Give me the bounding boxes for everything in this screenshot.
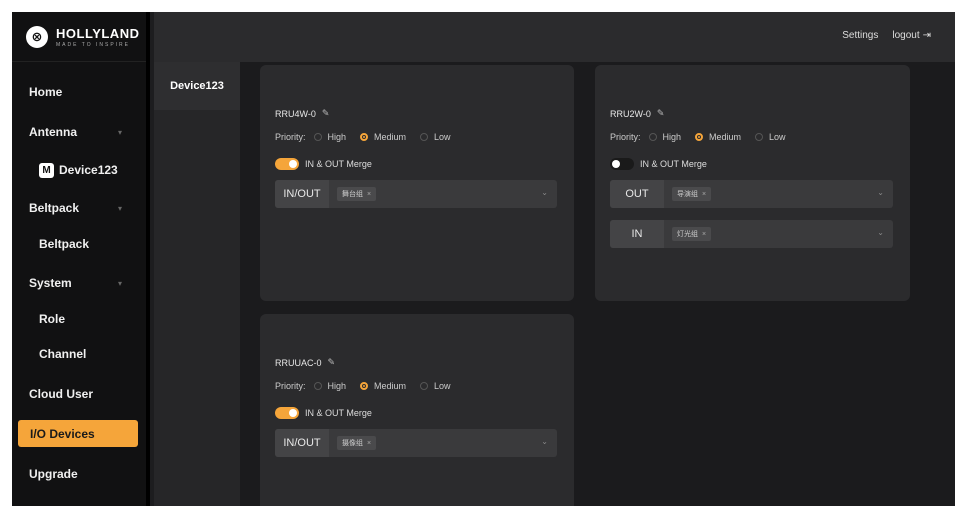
- sidebar: ⊗ HOLLYLAND MADE TO INSPIRE Home Antenna…: [12, 12, 150, 506]
- sidebar-item-label: Antenna: [29, 125, 77, 139]
- priority-label: Priority:: [275, 132, 306, 142]
- sidebar-item-home[interactable]: Home: [12, 75, 146, 109]
- card-title: RRU2W-0: [610, 108, 651, 119]
- select-label: IN/OUT: [275, 180, 329, 208]
- sidebar-item-label: System: [29, 276, 72, 290]
- group-chip: 导演组 ×: [672, 187, 712, 201]
- chevron-down-icon: ⌄: [877, 188, 884, 197]
- sidebar-item-label: Channel: [39, 347, 87, 361]
- merge-toggle[interactable]: [275, 158, 299, 170]
- merge-label: IN & OUT Merge: [305, 159, 372, 169]
- sidebar-item-label: Beltpack: [29, 201, 80, 215]
- sidebar-item-upgrade[interactable]: Upgrade: [12, 457, 146, 491]
- in-out-select[interactable]: IN/OUT 摄像组 × ⌄: [275, 429, 557, 457]
- top-bar: Settings logout ⇥: [154, 12, 955, 62]
- sidebar-item-label: Home: [29, 85, 63, 99]
- priority-high-radio[interactable]: High: [313, 132, 346, 142]
- edit-icon[interactable]: ✎: [322, 108, 330, 119]
- merge-setting: IN & OUT Merge: [275, 407, 372, 419]
- logo: ⊗ HOLLYLAND MADE TO INSPIRE: [12, 12, 146, 62]
- chip-remove-icon[interactable]: ×: [367, 440, 371, 447]
- priority-high-radio[interactable]: High: [648, 132, 681, 142]
- priority-label: Priority:: [275, 381, 306, 391]
- brand-tagline: MADE TO INSPIRE: [56, 41, 130, 48]
- sidebar-item-label: Cloud User: [29, 387, 94, 401]
- merge-label: IN & OUT Merge: [640, 159, 707, 169]
- chevron-down-icon: ▾: [118, 203, 123, 213]
- sidebar-item-cloud-user[interactable]: Cloud User: [12, 377, 146, 411]
- chevron-down-icon: ⌄: [877, 228, 884, 237]
- sidebar-item-beltpack[interactable]: Beltpack: [12, 227, 146, 261]
- priority-group: Priority: High Medium Low: [275, 132, 465, 142]
- edit-icon[interactable]: ✎: [657, 108, 665, 119]
- select-label: IN/OUT: [275, 429, 329, 457]
- merge-toggle[interactable]: [610, 158, 634, 170]
- out-select[interactable]: OUT 导演组 × ⌄: [610, 180, 893, 208]
- card-title: RRU4W-0: [275, 108, 316, 119]
- sidebar-item-beltpack-group[interactable]: Beltpack ▾: [12, 191, 146, 225]
- merge-setting: IN & OUT Merge: [610, 158, 707, 170]
- sidebar-item-label: Device123: [59, 163, 118, 177]
- brand-name: HOLLYLAND: [56, 25, 140, 41]
- priority-low-radio[interactable]: Low: [755, 132, 786, 142]
- device-card: RRU2W-0 ✎ Priority: High Medium Low IN &…: [595, 65, 910, 301]
- chevron-down-icon: ▾: [118, 127, 123, 137]
- priority-medium-radio[interactable]: Medium: [360, 132, 406, 142]
- sidebar-item-io-devices[interactable]: I/O Devices: [18, 420, 138, 447]
- chevron-down-icon: ▾: [118, 278, 123, 288]
- logout-label: logout: [892, 30, 920, 41]
- priority-low-radio[interactable]: Low: [420, 381, 451, 391]
- sidebar-item-label: Beltpack: [39, 237, 90, 251]
- sidebar-item-antenna[interactable]: Antenna ▾: [12, 115, 146, 149]
- app-window: ⊗ HOLLYLAND MADE TO INSPIRE Home Antenna…: [12, 12, 955, 506]
- m-badge-icon: M: [39, 162, 54, 178]
- sidebar-item-channel[interactable]: Channel: [12, 337, 146, 371]
- merge-label: IN & OUT Merge: [305, 408, 372, 418]
- priority-group: Priority: High Medium Low: [275, 381, 465, 391]
- chip-remove-icon[interactable]: ×: [702, 191, 706, 198]
- group-chip: 摄像组 ×: [337, 436, 377, 450]
- chip-remove-icon[interactable]: ×: [367, 191, 371, 198]
- in-select[interactable]: IN 灯光组 × ⌄: [610, 220, 893, 248]
- priority-low-radio[interactable]: Low: [420, 132, 451, 142]
- device-card: RRU4W-0 ✎ Priority: High Medium Low IN &…: [260, 65, 574, 301]
- group-chip: 舞台组 ×: [337, 187, 377, 201]
- sidebar-item-role[interactable]: Role: [12, 302, 146, 336]
- priority-medium-radio[interactable]: Medium: [695, 132, 741, 142]
- chevron-down-icon: ⌄: [541, 437, 548, 446]
- device-card: RRUUAC-0 ✎ Priority: High Medium Low IN …: [260, 314, 574, 506]
- sidebar-item-system[interactable]: System ▾: [12, 266, 146, 300]
- device-tab[interactable]: Device123: [154, 62, 240, 110]
- settings-link[interactable]: Settings: [842, 30, 878, 41]
- edit-icon[interactable]: ✎: [328, 357, 336, 368]
- priority-label: Priority:: [610, 132, 641, 142]
- hollyland-logo-icon: ⊗: [26, 25, 48, 48]
- merge-setting: IN & OUT Merge: [275, 158, 372, 170]
- chevron-down-icon: ⌄: [541, 188, 548, 197]
- sidebar-item-label: Upgrade: [29, 467, 78, 481]
- logout-icon: ⇥: [922, 30, 931, 41]
- device-list: Device123: [154, 62, 240, 506]
- select-label: OUT: [610, 180, 664, 208]
- sidebar-item-label: I/O Devices: [30, 426, 95, 441]
- in-out-select[interactable]: IN/OUT 舞台组 × ⌄: [275, 180, 557, 208]
- merge-toggle[interactable]: [275, 407, 299, 419]
- priority-medium-radio[interactable]: Medium: [360, 381, 406, 391]
- chip-remove-icon[interactable]: ×: [702, 231, 706, 238]
- priority-group: Priority: High Medium Low: [610, 132, 800, 142]
- card-title: RRUUAC-0: [275, 357, 322, 368]
- sidebar-item-label: Role: [39, 312, 66, 326]
- priority-high-radio[interactable]: High: [313, 381, 346, 391]
- sidebar-item-device123[interactable]: M Device123: [12, 153, 146, 187]
- select-label: IN: [610, 220, 664, 248]
- logout-link[interactable]: logout ⇥: [892, 30, 931, 41]
- group-chip: 灯光组 ×: [672, 227, 712, 241]
- io-device-panel: RRU4W-0 ✎ Priority: High Medium Low IN &…: [240, 62, 955, 506]
